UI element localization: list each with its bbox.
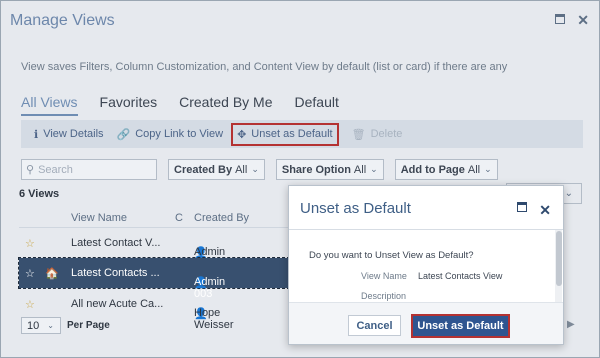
tab-all-views[interactable]: All Views: [21, 94, 78, 116]
delete-label: Delete: [370, 128, 403, 140]
delete-button[interactable]: 🗑 Delete: [352, 128, 403, 141]
window-controls: ✕: [555, 13, 589, 27]
add-to-page-value: All: [467, 163, 481, 176]
share-option-dropdown[interactable]: Share Option All ⌄: [275, 159, 384, 180]
next-page-icon[interactable]: ▶: [567, 319, 575, 330]
table-row-selected[interactable]: ☆ 🏠 Latest Contacts ... 👤 Admin 003: [18, 257, 290, 300]
filter-bar: ⚲ Search Created By All ⌄ Share Option A…: [21, 159, 498, 180]
column-header-c[interactable]: C: [175, 212, 183, 224]
table-row[interactable]: ☆ All new Acute Ca... 👤 Hope Weisser: [19, 289, 289, 331]
share-option-value: All: [353, 163, 367, 176]
view-details-label: View Details: [43, 128, 104, 140]
chevron-down-icon: ⌄: [564, 188, 573, 199]
dialog-controls: ✕: [517, 202, 551, 219]
view-tabs: All Views Favorites Created By Me Defaul…: [21, 94, 361, 116]
search-icon: ⚲: [26, 164, 35, 176]
dialog-footer: Cancel Unset as Default: [289, 302, 563, 344]
created-by-dropdown[interactable]: Created By All ⌄: [168, 159, 265, 180]
view-name-label: View Name: [361, 271, 407, 281]
unset-default-dialog: Unset as Default ✕ Do you want to Unset …: [288, 185, 564, 345]
dialog-scrollbar-thumb[interactable]: [556, 231, 562, 286]
views-count: 6 Views: [19, 188, 60, 200]
close-icon[interactable]: ✕: [577, 13, 589, 27]
star-icon[interactable]: ☆: [25, 298, 35, 311]
created-by-value: All: [235, 163, 248, 176]
tab-favorites[interactable]: Favorites: [100, 94, 158, 116]
confirm-unset-default-button[interactable]: Unset as Default: [411, 314, 510, 338]
row-view-name: All new Acute Ca...: [71, 298, 164, 310]
add-to-page-label: Add to Page: [400, 163, 465, 176]
description-label: Description: [361, 291, 407, 301]
window-title: Manage Views: [10, 12, 115, 29]
chevron-down-icon: ⌄: [370, 164, 378, 174]
grid-header: View Name C Created By: [19, 207, 289, 227]
close-icon[interactable]: ✕: [539, 202, 551, 219]
unset-default-button[interactable]: ✥ Unset as Default: [231, 122, 339, 146]
chevron-down-icon: ⌄: [251, 164, 259, 174]
maximize-icon[interactable]: [555, 14, 566, 24]
star-icon[interactable]: ☆: [25, 267, 35, 280]
column-header-view-name[interactable]: View Name: [71, 212, 127, 224]
copy-link-button[interactable]: 🔗 Copy Link to View: [117, 128, 224, 141]
copy-link-label: Copy Link to View: [135, 128, 224, 140]
share-option-label: Share Option: [281, 163, 351, 176]
dialog-divider: [289, 229, 563, 230]
column-header-created-by[interactable]: Created By: [194, 212, 249, 224]
tab-default[interactable]: Default: [295, 94, 339, 116]
row-view-name: Latest Contact V...: [71, 237, 161, 249]
dialog-title: Unset as Default: [300, 200, 411, 217]
chevron-down-icon: ⌄: [47, 321, 54, 330]
chevron-down-icon: ⌄: [484, 164, 492, 174]
search-placeholder: Search: [38, 163, 73, 176]
unset-default-label: Unset as Default: [251, 128, 333, 140]
per-page-select[interactable]: 10 ⌄: [21, 317, 61, 334]
toolbar: ℹ View Details 🔗 Copy Link to View ✥ Uns…: [21, 120, 583, 148]
row-view-name: Latest Contacts ...: [71, 267, 160, 279]
per-page-value: 10: [27, 319, 40, 332]
view-name-value: Latest Contacts View: [418, 271, 503, 281]
home-icon: 🏠: [45, 268, 59, 280]
view-details-button[interactable]: ℹ View Details: [34, 128, 104, 141]
tab-created-by-me[interactable]: Created By Me: [179, 94, 272, 116]
unset-default-icon: ✥: [237, 128, 247, 141]
row-creator: Hope Weisser: [194, 307, 234, 331]
manage-views-window: Manage Views ✕ View saves Filters, Colum…: [0, 0, 600, 358]
cancel-button[interactable]: Cancel: [348, 315, 401, 336]
star-icon[interactable]: ☆: [25, 237, 35, 250]
add-to-page-dropdown[interactable]: Add to Page All ⌄: [394, 159, 498, 180]
window-header: Manage Views: [1, 1, 599, 41]
dialog-question: Do you want to Unset View as Default?: [309, 250, 474, 261]
created-by-label: Created By: [174, 163, 233, 176]
link-icon: 🔗: [116, 128, 131, 141]
per-page-label: Per Page: [67, 320, 110, 331]
info-icon: ℹ: [34, 128, 39, 141]
table-row[interactable]: ☆ Latest Contact V... 👤Admin 002: [19, 228, 289, 270]
search-input[interactable]: ⚲ Search: [21, 159, 157, 180]
pagination: 10 ⌄ Per Page: [21, 317, 110, 334]
description-text: View saves Filters, Column Customization…: [21, 61, 508, 73]
trash-icon: 🗑: [351, 128, 366, 141]
maximize-icon[interactable]: [517, 202, 528, 212]
